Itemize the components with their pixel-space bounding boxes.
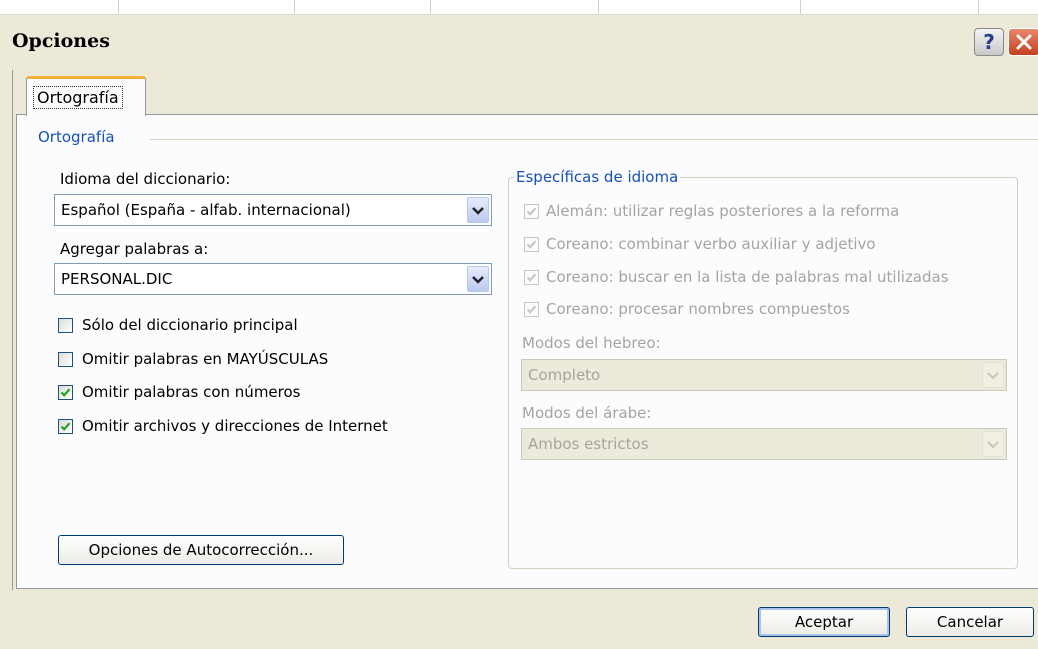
close-button[interactable] [1008,28,1038,56]
checkbox-ignore-numbers[interactable] [58,385,73,400]
title-bar: Opciones ? [0,14,1038,72]
tab-spelling-label: Ortografía [33,86,123,109]
group-divider [150,139,1038,140]
dictionary-language-value: Español (España - alfab. internacional) [61,201,351,219]
check-icon [60,422,71,431]
hebrew-modes-select: Completo [521,359,1007,391]
checkbox-korean-combine-verb [524,237,539,252]
add-words-value: PERSONAL.DIC [61,270,173,288]
spelling-group-title: Ortografía [38,128,121,146]
check-icon [526,207,537,216]
arabic-modes-value: Ambos estrictos [528,435,649,453]
background-window-strip [0,0,1038,15]
chevron-down-icon[interactable] [467,197,489,223]
check-icon [526,273,537,282]
checkbox-label: Omitir archivos y direcciones de Interne… [82,417,388,435]
add-words-label: Agregar palabras a: [60,240,209,258]
hebrew-modes-value: Completo [528,366,601,384]
checkbox-label: Coreano: combinar verbo auxiliar y adjet… [546,235,876,253]
dictionary-language-label: Idioma del diccionario: [60,170,231,188]
close-icon [1016,34,1032,50]
checkbox-korean-misused-words [524,270,539,285]
cancel-button[interactable]: Cancelar [906,607,1034,637]
ok-button[interactable]: Aceptar [758,607,890,637]
help-button[interactable]: ? [974,28,1004,56]
checkbox-label: Sólo del diccionario principal [82,316,298,334]
autocorrect-options-button[interactable]: Opciones de Autocorrección... [58,535,344,565]
check-icon [526,240,537,249]
language-specific-group-title: Específicas de idioma [514,168,681,186]
checkbox-german-reform-rules [524,204,539,219]
dictionary-language-select[interactable]: Español (España - alfab. internacional) [54,194,492,226]
check-icon [60,388,71,397]
hebrew-modes-label: Modos del hebreo: [522,334,661,352]
tab-spelling[interactable]: Ortografía [26,76,146,116]
checkbox-ignore-internet-addresses[interactable] [58,419,73,434]
window-title: Opciones [12,30,110,52]
arabic-modes-label: Modos del árabe: [522,404,652,422]
checkbox-label: Coreano: procesar nombres compuestos [546,300,850,318]
add-words-select[interactable]: PERSONAL.DIC [54,263,492,295]
checkbox-korean-compound-nouns [524,302,539,317]
chevron-down-icon [982,431,1004,457]
checkbox-label: Omitir palabras en MAYÚSCULAS [82,350,329,368]
checkbox-main-dictionary-only[interactable] [58,318,73,333]
checkbox-label: Coreano: buscar en la lista de palabras … [546,268,949,286]
checkbox-label: Alemán: utilizar reglas posteriores a la… [546,202,900,220]
chevron-down-icon[interactable] [467,266,489,292]
checkbox-label: Omitir palabras con números [82,383,301,401]
arabic-modes-select: Ambos estrictos [521,428,1007,460]
chevron-down-icon [982,362,1004,388]
checkbox-ignore-uppercase[interactable] [58,352,73,367]
check-icon [526,305,537,314]
